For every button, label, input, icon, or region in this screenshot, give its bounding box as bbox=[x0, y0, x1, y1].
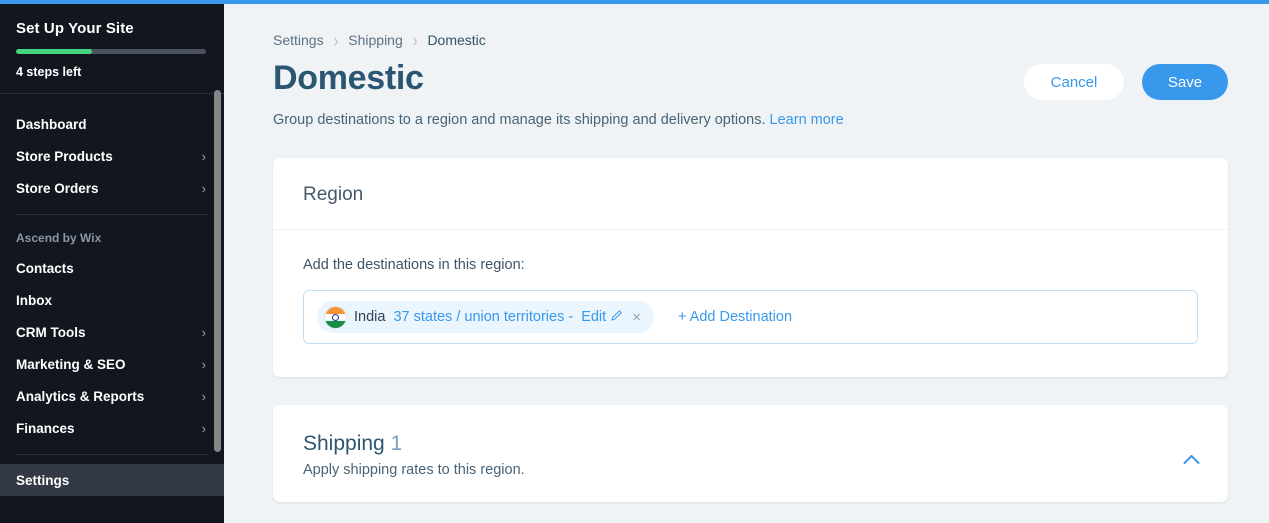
setup-progress-bar bbox=[16, 49, 206, 54]
sidebar-item-label: Dashboard bbox=[16, 117, 87, 132]
breadcrumb-item-shipping[interactable]: Shipping bbox=[348, 32, 403, 48]
chip-edit-label: Edit bbox=[581, 309, 606, 325]
sidebar-item-label bbox=[16, 505, 20, 520]
shipping-count-badge: 1 bbox=[391, 432, 403, 455]
chevron-right-icon: › bbox=[202, 422, 206, 435]
chip-edit-button[interactable]: Edit bbox=[581, 309, 623, 326]
sidebar-item-label: Analytics & Reports bbox=[16, 389, 144, 404]
setup-title: Set Up Your Site bbox=[16, 20, 208, 37]
sidebar-item-label: CRM Tools bbox=[16, 325, 86, 340]
sidebar-group-primary: Dashboard Store Products › Store Orders › bbox=[0, 108, 224, 204]
sidebar-item-store-products[interactable]: Store Products › bbox=[0, 140, 224, 172]
save-button[interactable]: Save bbox=[1142, 64, 1228, 100]
sidebar-nav: Dashboard Store Products › Store Orders › As… bbox=[0, 94, 224, 523]
india-flag-icon bbox=[325, 307, 346, 328]
chip-country-name: India bbox=[354, 309, 385, 325]
chevron-right-icon: › bbox=[202, 358, 206, 371]
sidebar-item-label: Store Products bbox=[16, 149, 113, 164]
destination-chip-india[interactable]: India 37 states / union territories - Ed… bbox=[317, 301, 654, 333]
sidebar-item-contacts[interactable]: Contacts bbox=[0, 252, 224, 284]
sidebar-item-label: Finances bbox=[16, 421, 75, 436]
region-card-title: Region bbox=[303, 183, 1198, 207]
page-subtitle: Group destinations to a region and manag… bbox=[224, 100, 1269, 130]
breadcrumb-separator-icon: › bbox=[413, 30, 418, 50]
shipping-collapse-toggle[interactable] bbox=[1178, 446, 1204, 472]
setup-steps-left: 4 steps left bbox=[16, 65, 208, 79]
cancel-button[interactable]: Cancel bbox=[1024, 64, 1124, 100]
sidebar-item-label: Contacts bbox=[16, 261, 74, 276]
page-header: Domestic Cancel Save bbox=[224, 48, 1269, 100]
shipping-card-subtitle: Apply shipping rates to this region. bbox=[303, 462, 1198, 478]
chevron-right-icon: › bbox=[202, 182, 206, 195]
region-card-body: Add the destinations in this region: Ind… bbox=[273, 230, 1228, 377]
destinations-input[interactable]: India 37 states / union territories - Ed… bbox=[303, 290, 1198, 344]
app-root: Set Up Your Site 4 steps left Dashboard S… bbox=[0, 0, 1269, 523]
sidebar-item-analytics-reports[interactable]: Analytics & Reports › bbox=[0, 380, 224, 412]
chevron-right-icon: › bbox=[202, 390, 206, 403]
sidebar-rule-2 bbox=[16, 454, 208, 455]
sidebar-scrollbar-thumb[interactable] bbox=[214, 90, 221, 452]
sidebar-item-dashboard[interactable]: Dashboard bbox=[0, 108, 224, 140]
pencil-icon bbox=[610, 309, 623, 326]
sidebar-item-label: Store Orders bbox=[16, 181, 99, 196]
region-card-header: Region bbox=[273, 158, 1228, 230]
breadcrumb-item-settings[interactable]: Settings bbox=[273, 32, 324, 48]
sidebar-item-partially-hidden[interactable] bbox=[0, 496, 224, 523]
sidebar-item-inbox[interactable]: Inbox bbox=[0, 284, 224, 316]
sidebar-item-store-orders[interactable]: Store Orders › bbox=[0, 172, 224, 204]
setup-progress-fill bbox=[16, 49, 92, 54]
chip-remove-button[interactable]: × bbox=[631, 310, 642, 325]
breadcrumb-item-domestic: Domestic bbox=[427, 32, 485, 48]
sidebar-setup-panel[interactable]: Set Up Your Site 4 steps left bbox=[0, 0, 224, 93]
sidebar-item-marketing-seo[interactable]: Marketing & SEO › bbox=[0, 348, 224, 380]
destinations-field-label: Add the destinations in this region: bbox=[303, 257, 1198, 273]
sidebar-item-settings[interactable]: Settings bbox=[0, 464, 224, 496]
sidebar-scrollbar[interactable] bbox=[214, 90, 221, 452]
sidebar-item-crm-tools[interactable]: CRM Tools › bbox=[0, 316, 224, 348]
sidebar-item-label: Marketing & SEO bbox=[16, 357, 126, 372]
shipping-card-title: Shipping 1 bbox=[303, 431, 1198, 457]
add-destination-button[interactable]: + Add Destination bbox=[678, 309, 792, 325]
chevron-right-icon: › bbox=[202, 326, 206, 339]
top-accent-bar bbox=[0, 0, 1269, 4]
breadcrumb: Settings › Shipping › Domestic bbox=[224, 4, 1269, 48]
sidebar-section-label-ascend: Ascend by Wix bbox=[0, 224, 224, 252]
page-actions: Cancel Save bbox=[1024, 64, 1228, 100]
shipping-card: Shipping 1 Apply shipping rates to this … bbox=[273, 405, 1228, 502]
sidebar-item-label: Inbox bbox=[16, 293, 52, 308]
sidebar-item-finances[interactable]: Finances › bbox=[0, 412, 224, 444]
chip-destination-count: 37 states / union territories - bbox=[393, 309, 573, 325]
sidebar-group-settings: Settings bbox=[0, 464, 224, 496]
chevron-up-icon bbox=[1183, 454, 1200, 465]
sidebar-item-label: Settings bbox=[16, 473, 69, 488]
region-card: Region Add the destinations in this regi… bbox=[273, 158, 1228, 377]
sidebar: Set Up Your Site 4 steps left Dashboard S… bbox=[0, 0, 224, 523]
sidebar-rule-1 bbox=[16, 214, 208, 215]
chevron-right-icon: › bbox=[202, 150, 206, 163]
shipping-title-text: Shipping bbox=[303, 432, 385, 455]
sidebar-group-ascend: ContactsInboxCRM Tools›Marketing & SEO›A… bbox=[0, 252, 224, 444]
breadcrumb-separator-icon: › bbox=[334, 30, 339, 50]
learn-more-link[interactable]: Learn more bbox=[770, 112, 844, 128]
main-content: Settings › Shipping › Domestic Domestic Canc… bbox=[224, 4, 1269, 523]
page-subtitle-text: Group destinations to a region and manag… bbox=[273, 112, 766, 128]
